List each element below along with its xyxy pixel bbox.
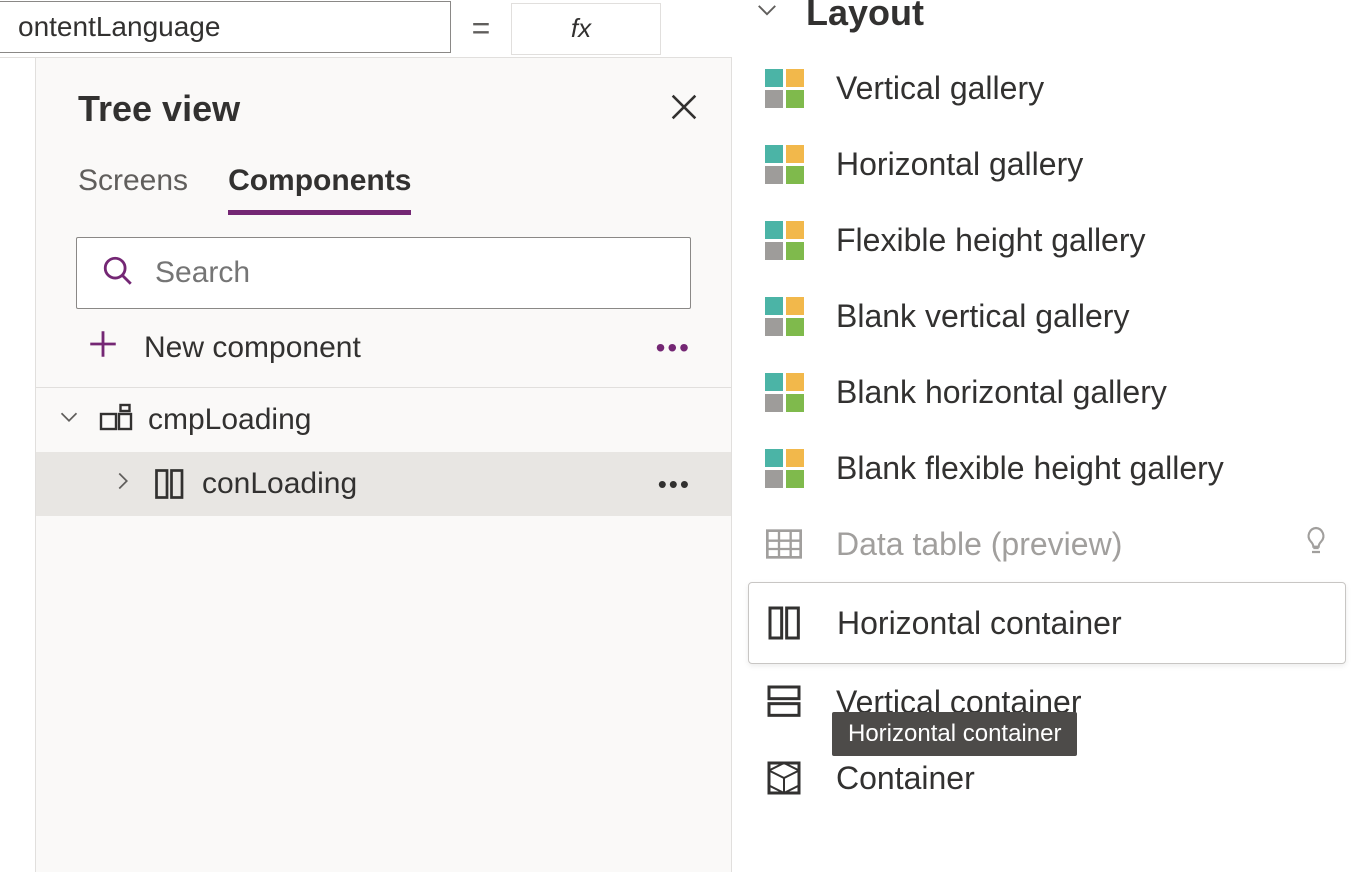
horizontal-container-icon	[152, 466, 188, 502]
gallery-icon	[762, 446, 806, 490]
chevron-down-icon[interactable]	[54, 407, 84, 433]
component-icon	[98, 402, 134, 438]
gallery-icon	[762, 294, 806, 338]
insert-item-label: Blank flexible height gallery	[836, 450, 1332, 487]
insert-horizontal-gallery[interactable]: Horizontal gallery	[732, 126, 1362, 202]
insert-panel: Layout Vertical gallery Horizontal galle…	[732, 0, 1362, 872]
chevron-down-icon	[752, 0, 782, 27]
insert-data-table[interactable]: Data table (preview)	[732, 506, 1362, 582]
insert-item-label: Flexible height gallery	[836, 222, 1332, 259]
tab-screens[interactable]: Screens	[78, 164, 188, 215]
horizontal-container-icon	[763, 601, 807, 645]
insert-vertical-gallery[interactable]: Vertical gallery	[732, 50, 1362, 126]
close-icon[interactable]	[667, 90, 701, 129]
fx-dropdown[interactable]: fx	[511, 3, 661, 55]
tree-view-title: Tree view	[78, 88, 240, 130]
tree-item-cmploading[interactable]: cmpLoading	[36, 388, 731, 452]
search-icon	[101, 254, 135, 293]
gallery-icon	[762, 66, 806, 110]
tooltip: Horizontal container	[832, 712, 1077, 756]
new-component-button[interactable]: New component	[86, 327, 361, 369]
container-icon	[762, 756, 806, 800]
equals-label: =	[451, 10, 511, 47]
tree-item-label: conLoading	[202, 467, 644, 501]
insert-item-label: Horizontal container	[837, 605, 1331, 642]
tree-item-conloading[interactable]: conLoading •••	[36, 452, 731, 516]
more-icon[interactable]: •••	[656, 332, 691, 364]
insert-item-label: Data table (preview)	[836, 526, 1270, 563]
vertical-container-icon	[762, 680, 806, 724]
gallery-icon	[762, 218, 806, 262]
search-input[interactable]	[76, 237, 691, 309]
more-icon[interactable]: •••	[658, 469, 691, 500]
insert-section-layout[interactable]: Layout	[732, 0, 1362, 50]
gallery-icon	[762, 142, 806, 186]
insert-item-label: Vertical gallery	[836, 70, 1332, 107]
fx-label: fx	[571, 13, 591, 44]
chevron-right-icon[interactable]	[108, 471, 138, 497]
property-dropdown[interactable]: ontentLanguage	[0, 1, 451, 53]
property-name: ontentLanguage	[18, 11, 220, 43]
insert-item-label: Blank horizontal gallery	[836, 374, 1332, 411]
insert-blank-vertical-gallery[interactable]: Blank vertical gallery	[732, 278, 1362, 354]
tree-view-tabs: Screens Components	[36, 140, 731, 215]
insert-item-label: Horizontal gallery	[836, 146, 1332, 183]
insert-item-label: Blank vertical gallery	[836, 298, 1332, 335]
insert-blank-horizontal-gallery[interactable]: Blank horizontal gallery	[732, 354, 1362, 430]
plus-icon	[86, 327, 120, 369]
tree-view-panel: Tree view Screens Components New compone…	[36, 58, 732, 872]
tree-item-label: cmpLoading	[148, 403, 691, 437]
data-table-icon	[762, 522, 806, 566]
left-rail	[0, 58, 36, 872]
gallery-icon	[762, 370, 806, 414]
new-component-label: New component	[144, 331, 361, 365]
lightbulb-icon[interactable]	[1300, 524, 1332, 564]
insert-item-label: Container	[836, 760, 1332, 797]
insert-section-title: Layout	[806, 0, 924, 34]
insert-flexible-height-gallery[interactable]: Flexible height gallery	[732, 202, 1362, 278]
search-field[interactable]	[155, 256, 666, 290]
insert-horizontal-container[interactable]: Horizontal container	[748, 582, 1346, 664]
tab-components[interactable]: Components	[228, 164, 411, 215]
insert-blank-flexible-height-gallery[interactable]: Blank flexible height gallery	[732, 430, 1362, 506]
